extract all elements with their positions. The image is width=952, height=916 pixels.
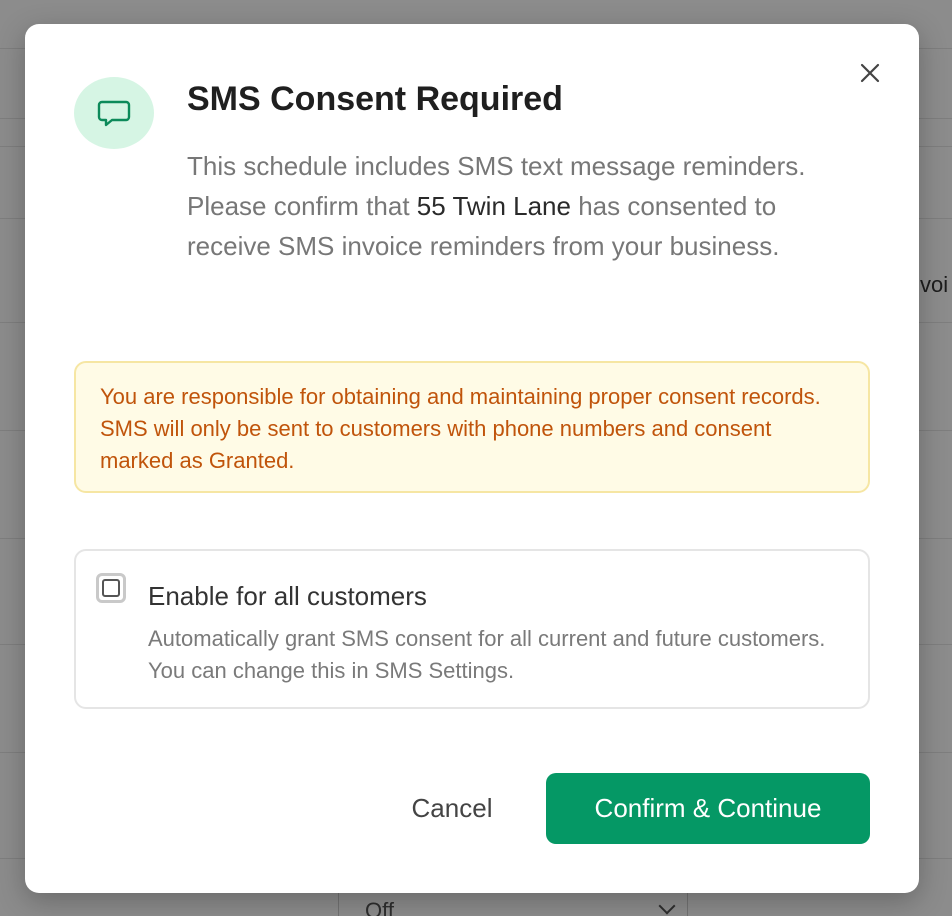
close-icon	[860, 63, 880, 83]
message-bubble-icon	[97, 100, 131, 127]
checkbox-box	[102, 579, 120, 597]
consent-warning-notice: You are responsible for obtaining and ma…	[74, 361, 870, 493]
dialog-icon-badge	[74, 77, 154, 149]
close-button[interactable]	[857, 60, 883, 86]
enable-all-checkbox[interactable]	[96, 573, 126, 603]
dialog-description: This schedule includes SMS text message …	[187, 146, 867, 266]
enable-all-help-text: Automatically grant SMS consent for all …	[148, 626, 826, 683]
enable-all-label: Enable for all customers	[148, 581, 427, 611]
customer-name: 55 Twin Lane	[416, 191, 571, 221]
dialog-title: SMS Consent Required	[187, 80, 563, 118]
sms-consent-dialog: SMS Consent Required This schedule inclu…	[25, 24, 919, 893]
cancel-button[interactable]: Cancel	[382, 773, 522, 843]
confirm-continue-button[interactable]: Confirm & Continue	[546, 773, 870, 844]
enable-all-customers-option[interactable]: Enable for all customers Automatically g…	[74, 549, 870, 709]
